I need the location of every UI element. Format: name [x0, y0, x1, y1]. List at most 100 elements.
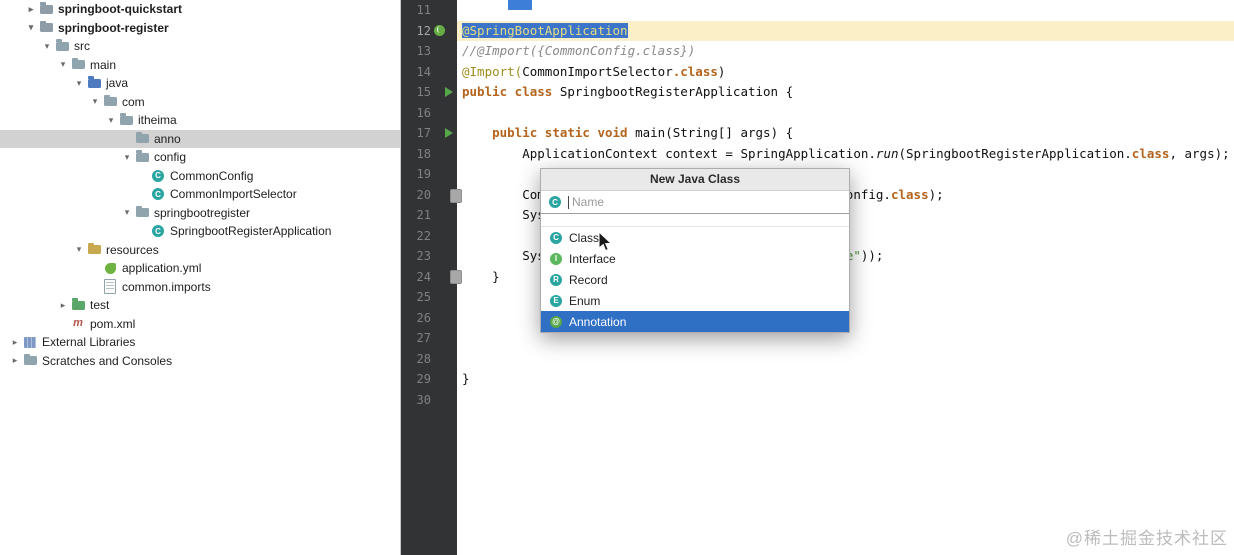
code-token: CommonImportSelector: [522, 64, 673, 79]
tree-label: main: [90, 58, 122, 72]
code-token: main(String[] args) {: [635, 125, 793, 140]
tree-row-external-libraries[interactable]: ▸External Libraries: [0, 333, 400, 352]
chevron-right-icon[interactable]: ▸: [8, 356, 22, 365]
spring-bean-icon[interactable]: [434, 25, 445, 36]
chevron-down-icon[interactable]: ▾: [56, 60, 70, 69]
tree-label: config: [154, 150, 192, 164]
line-number: 15: [400, 82, 457, 103]
external-libraries-icon: [22, 334, 38, 350]
class-name-input[interactable]: C Name: [541, 191, 849, 214]
tree-label: Scratches and Consoles: [42, 354, 178, 368]
code-line[interactable]: [457, 103, 1234, 124]
class-icon: C: [550, 232, 562, 244]
tree-row-resources[interactable]: ▾ resources: [0, 241, 400, 260]
chevron-down-icon[interactable]: ▾: [88, 97, 102, 106]
chevron-down-icon[interactable]: ▾: [72, 79, 86, 88]
chevron-down-icon[interactable]: ▾: [104, 116, 118, 125]
code-line[interactable]: public class SpringbootRegisterApplicati…: [457, 82, 1234, 103]
dialog-item-class[interactable]: CClass: [541, 227, 849, 248]
tree-label: springbootregister: [154, 206, 256, 220]
tree-label: java: [106, 76, 134, 90]
code-token: public static void: [492, 125, 635, 140]
annotation-icon: @: [550, 316, 562, 328]
tree-label: anno: [154, 132, 187, 146]
chevron-down-icon[interactable]: ▾: [40, 42, 54, 51]
tree-row-common-imports[interactable]: common.imports: [0, 278, 400, 297]
gutter-marker-icon: [450, 189, 462, 203]
tree-label: SpringbootRegisterApplication: [170, 224, 337, 238]
code-line[interactable]: //@Import({CommonConfig.class}): [457, 41, 1234, 62]
tree-label: springboot-register: [58, 21, 175, 35]
tree-row-config[interactable]: ▾ config: [0, 148, 400, 167]
tree-row-com[interactable]: ▾ com: [0, 93, 400, 112]
code-token: public class: [462, 84, 560, 99]
code-line[interactable]: @Import(CommonImportSelector.class): [457, 62, 1234, 83]
java-icon: [86, 75, 102, 91]
chevron-down-icon[interactable]: ▾: [72, 245, 86, 254]
dialog-item-annotation[interactable]: @Annotation: [541, 311, 849, 332]
tree-row-springbootregisterapplication[interactable]: C SpringbootRegisterApplication: [0, 222, 400, 241]
springbootregisterapplication-icon: C: [150, 223, 166, 239]
dialog-separator: [541, 214, 849, 227]
line-number: 25: [400, 287, 457, 308]
chevron-down-icon[interactable]: ▾: [120, 208, 134, 217]
tree-label: pom.xml: [90, 317, 141, 331]
dialog-item-enum[interactable]: EEnum: [541, 290, 849, 311]
chevron-right-icon[interactable]: ▸: [8, 338, 22, 347]
tree-row-itheima[interactable]: ▾ itheima: [0, 111, 400, 130]
chevron-down-icon[interactable]: ▾: [120, 153, 134, 162]
new-java-class-dialog: New Java Class C Name CClassIInterfaceRR…: [540, 168, 850, 333]
interface-icon: I: [550, 253, 562, 265]
code-line[interactable]: }: [457, 369, 1234, 390]
run-button-icon[interactable]: [445, 128, 453, 138]
popup-fragment: [508, 0, 532, 10]
dialog-type-list: CClassIInterfaceRRecordEEnum@Annotation: [541, 227, 849, 332]
dialog-title[interactable]: New Java Class: [541, 169, 849, 191]
dialog-item-record[interactable]: RRecord: [541, 269, 849, 290]
tree-row-pom-xml[interactable]: mpom.xml: [0, 315, 400, 334]
code-line[interactable]: ApplicationContext context = SpringAppli…: [457, 144, 1234, 165]
project-tree-panel: ▸ springboot-quickstart ▾ springboot-regist…: [0, 0, 401, 555]
code-line[interactable]: @SpringBootApplication: [457, 21, 1234, 42]
tree-label: CommonConfig: [170, 169, 259, 183]
tree-row-springbootregister[interactable]: ▾ springbootregister: [0, 204, 400, 223]
tree-row-java[interactable]: ▾ java: [0, 74, 400, 93]
tree-row-springboot-register[interactable]: ▾ springboot-register: [0, 19, 400, 38]
springboot-register-icon: [38, 20, 54, 36]
name-placeholder: Name: [572, 195, 604, 209]
code-line[interactable]: [457, 349, 1234, 370]
tree-label: com: [122, 95, 151, 109]
code-line[interactable]: [457, 0, 1234, 21]
tree-row-anno[interactable]: anno: [0, 130, 400, 149]
commonconfig-icon: C: [150, 168, 166, 184]
tree-row-commonconfig[interactable]: C CommonConfig: [0, 167, 400, 186]
application-yml-icon: [102, 260, 118, 276]
code-line[interactable]: [457, 390, 1234, 411]
tree-row-test[interactable]: ▸ test: [0, 296, 400, 315]
chevron-right-icon[interactable]: ▸: [56, 301, 70, 310]
line-number: 20: [400, 185, 457, 206]
tree-label: resources: [106, 243, 165, 257]
run-button-icon[interactable]: [445, 87, 453, 97]
tree-label: test: [90, 298, 115, 312]
line-number: 19: [400, 164, 457, 185]
tree-label: itheima: [138, 113, 183, 127]
tree-row-application-yml[interactable]: application.yml: [0, 259, 400, 278]
code-token: @SpringBootApplication: [462, 23, 628, 38]
dialog-item-interface[interactable]: IInterface: [541, 248, 849, 269]
code-line[interactable]: public static void main(String[] args) {: [457, 123, 1234, 144]
chevron-down-icon[interactable]: ▾: [24, 23, 38, 32]
tree-label: springboot-quickstart: [58, 2, 188, 16]
tree-row-scratches-and-consoles[interactable]: ▸ Scratches and Consoles: [0, 352, 400, 371]
line-number: 18: [400, 144, 457, 165]
tree-label: common.imports: [122, 280, 217, 294]
tree-label: CommonImportSelector: [170, 187, 303, 201]
tree-row-src[interactable]: ▾src: [0, 37, 400, 56]
tree-row-commonimportselector[interactable]: CCommonImportSelector: [0, 185, 400, 204]
tree-row-springboot-quickstart[interactable]: ▸ springboot-quickstart: [0, 0, 400, 19]
code-token: //@Import({CommonConfig.class}): [462, 43, 695, 58]
enum-icon: E: [550, 295, 562, 307]
tree-row-main[interactable]: ▾ main: [0, 56, 400, 75]
tree-label: application.yml: [122, 261, 207, 275]
chevron-right-icon[interactable]: ▸: [24, 5, 38, 14]
